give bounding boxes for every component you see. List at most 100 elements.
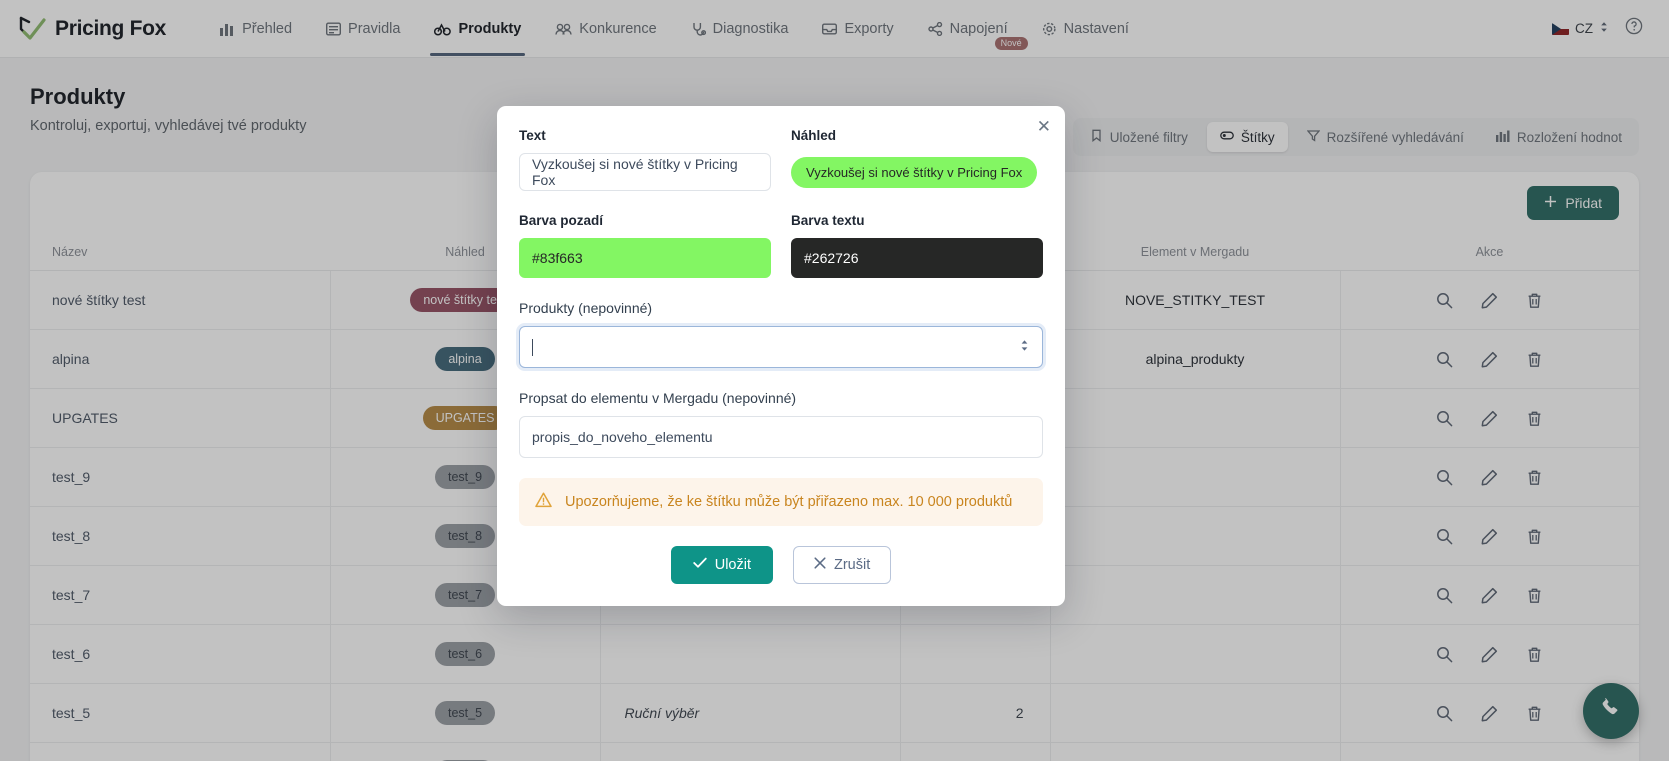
trash-icon[interactable] [1526,410,1543,427]
tag-pill: alpina [435,347,495,371]
tab-ulozene-filtry[interactable]: Uložené filtry [1077,122,1201,152]
search-icon[interactable] [1436,705,1453,722]
search-icon[interactable] [1436,292,1453,309]
cell-nazev: alpina [30,329,330,389]
top-navbar: Pricing Fox Přehled Pravidla Produkty Ko… [0,0,1669,58]
trash-icon[interactable] [1526,528,1543,545]
search-icon[interactable] [1436,587,1453,604]
nav-label: Produkty [458,20,522,37]
trash-icon[interactable] [1526,587,1543,604]
search-icon[interactable] [1436,469,1453,486]
chevron-updown-icon[interactable] [1019,338,1030,356]
table-row[interactable]: test_4test_4Ruční výběr1 [30,742,1639,761]
call-fab-button[interactable] [1583,683,1639,739]
products-label: Produkty (nepovinné) [519,300,653,316]
nav-items: Přehled Pravidla Produkty Konkurence Dia… [206,2,1143,56]
cell-nahled: test_4 [329,742,600,761]
save-button[interactable]: Uložit [670,546,773,584]
text-caret [532,338,533,356]
nav-item-napojeni[interactable]: Napojení Nové [914,2,1028,56]
chevron-updown-icon [1599,20,1609,37]
inbox-icon [822,22,838,36]
tag-pill: UPGATES [422,406,508,430]
cell-nazev: test_6 [30,624,330,684]
trash-icon[interactable] [1526,351,1543,368]
nav-item-pravidla[interactable]: Pravidla [312,2,414,56]
cell-akce [1339,624,1639,684]
tab-rozsirene-vyhledavani[interactable]: Rozšířené vyhledávání [1294,122,1477,152]
trash-icon[interactable] [1526,705,1543,722]
mergado-label: Propsat do elementu v Mergadu (nepovinné… [519,390,797,406]
trash-icon[interactable] [1526,292,1543,309]
mergado-input[interactable]: propis_do_noveho_elementu [519,416,1043,458]
tag-pill: test_5 [434,701,496,725]
close-icon[interactable]: ✕ [1037,118,1051,135]
col-nazev: Název [30,234,330,271]
cell-typ [599,624,900,684]
nav-item-produkty[interactable]: Produkty [420,2,535,56]
col-element-v-mergadu: Element v Mergadu [1050,234,1340,271]
warning-banner: Upozorňujeme, že ke štítku může být přiř… [519,478,1043,526]
pencil-icon[interactable] [1481,528,1498,545]
products-group: Produkty (nepovinné) [519,300,1043,368]
nav-label: Konkurence [579,20,657,37]
pencil-icon[interactable] [1481,705,1498,722]
trash-icon[interactable] [1526,646,1543,663]
pencil-icon[interactable] [1481,469,1498,486]
brand-logo[interactable]: Pricing Fox [18,15,166,43]
nav-item-prehled[interactable]: Přehled [206,2,306,56]
brand-name: Pricing Fox [55,16,167,40]
warning-text: Upozorňujeme, že ke štítku může být přiř… [565,494,1013,510]
cell-akce [1339,742,1639,761]
products-input[interactable] [519,326,1043,368]
cell-pocet: 2 [899,683,1050,743]
table-row[interactable]: test_5 test_5 Ruční výběr 2 [30,683,1639,743]
nav-item-konkurence[interactable]: Konkurence [541,2,670,56]
cell-akce [1339,388,1639,448]
app-root: Pricing Fox Přehled Pravidla Produkty Ko… [0,0,1669,761]
pencil-icon[interactable] [1481,410,1498,427]
search-icon[interactable] [1436,410,1453,427]
tag-pill: test_8 [434,524,496,548]
table-row[interactable]: test_6 test_6 [30,624,1639,684]
pencil-icon[interactable] [1481,587,1498,604]
pencil-icon[interactable] [1481,646,1498,663]
language-label: CZ [1575,21,1593,36]
stethoscope-icon [691,22,706,36]
add-button[interactable]: Přidat [1527,186,1619,220]
search-icon[interactable] [1436,646,1453,663]
cell-akce [1339,565,1639,625]
pencil-icon[interactable] [1481,292,1498,309]
row-actions [1351,469,1630,486]
search-icon[interactable] [1436,351,1453,368]
tab-rozlozeni-hodnot[interactable]: Rozložení hodnot [1483,122,1635,152]
help-icon[interactable] [1625,17,1643,40]
cell-element-v-mergadu [1049,742,1340,761]
x-icon [814,557,826,573]
plus-icon [1544,195,1557,211]
cancel-button[interactable]: Zrušit [793,546,892,584]
tag-icon [1219,129,1234,145]
preview-pill: Vyzkoušej si nové štítky v Pricing Fox [791,157,1038,188]
nav-item-exporty[interactable]: Exporty [808,2,907,56]
search-icon[interactable] [1436,528,1453,545]
modal-top-grid: Text Vyzkoušej si nové štítky v Pricing … [519,128,1043,191]
nav-item-diagnostika[interactable]: Diagnostika [677,2,803,56]
rules-icon [326,22,342,36]
cell-element-v-mergadu: alpina_produkty [1049,329,1340,389]
tag-pill: test_6 [434,642,496,666]
czech-flag-icon [1552,22,1569,35]
pencil-icon[interactable] [1481,351,1498,368]
tab-stitky[interactable]: Štítky [1206,122,1288,152]
gear-icon [1042,22,1057,36]
text-label: Text [519,128,546,143]
language-selector[interactable]: CZ [1552,20,1609,37]
cell-typ: Ruční výběr [599,742,900,761]
modal-color-grid: Barva pozadí #83f663 Barva textu #262726 [519,213,1043,278]
text-color-input[interactable]: #262726 [791,238,1043,278]
trash-icon[interactable] [1526,469,1543,486]
nav-item-nastaveni[interactable]: Nastavení [1028,2,1143,56]
filter-tabs: Uložené filtry Štítky Rozšířené vyhledáv… [1072,118,1639,156]
text-input[interactable]: Vyzkoušej si nové štítky v Pricing Fox [519,153,771,191]
bg-color-input[interactable]: #83f663 [519,238,771,278]
